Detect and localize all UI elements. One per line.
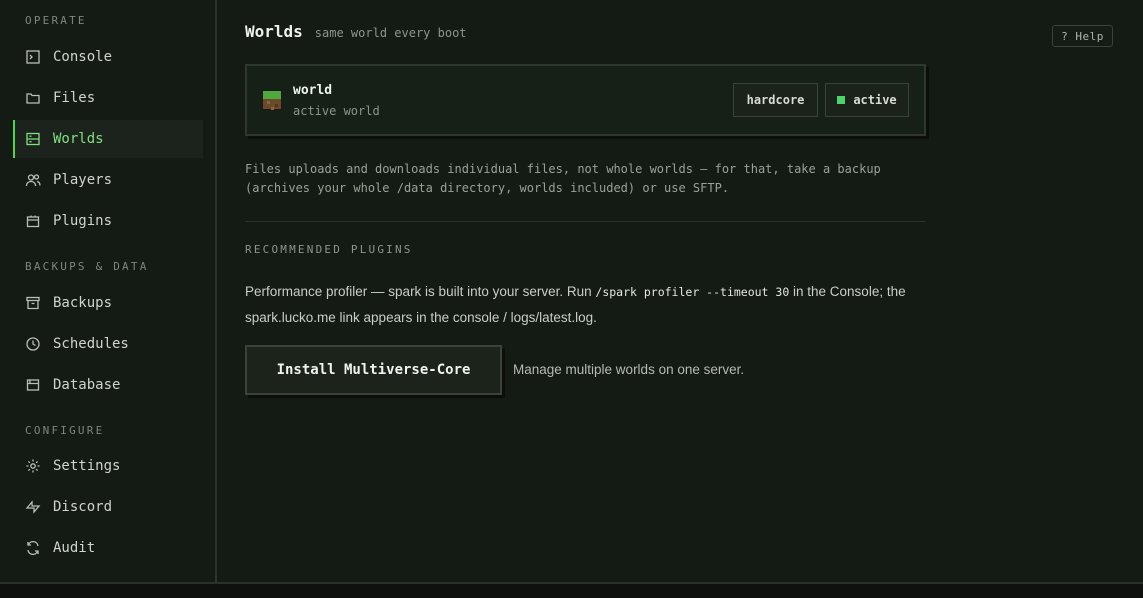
- sidebar-item-label: Database: [53, 377, 121, 393]
- sidebar-item-worlds[interactable]: Worlds: [13, 120, 203, 158]
- state-badge: active: [825, 83, 909, 117]
- sidebar: OPERATE Console Files Worlds Players Plu…: [0, 0, 217, 582]
- gear-icon: [25, 458, 41, 474]
- files-note: Files uploads and downloads individual f…: [245, 162, 881, 195]
- world-card[interactable]: world active world hardcore active: [245, 64, 926, 136]
- section-title-configure: CONFIGURE: [25, 424, 105, 437]
- sidebar-item-settings[interactable]: Settings: [13, 447, 203, 485]
- recommended-plugins-title: RECOMMENDED PLUGINS: [245, 243, 413, 256]
- divider: [245, 221, 925, 222]
- mode-badge-label: hardcore: [746, 93, 805, 107]
- sidebar-item-schedules[interactable]: Schedules: [13, 325, 203, 363]
- sidebar-item-console[interactable]: Console: [13, 38, 203, 76]
- archive-icon: [25, 295, 41, 311]
- sidebar-item-label: Schedules: [53, 336, 129, 352]
- database-icon: [25, 377, 41, 393]
- audit-icon: [25, 540, 41, 556]
- page-header: Worlds same world every boot: [245, 22, 467, 41]
- sidebar-item-files[interactable]: Files: [13, 79, 203, 117]
- sidebar-item-label: Backups: [53, 295, 113, 311]
- mode-badge: hardcore: [733, 83, 818, 117]
- performance-profiler-text: Performance profiler — spark is built in…: [245, 279, 925, 331]
- sidebar-item-database[interactable]: Database: [13, 366, 203, 404]
- spark-command: /spark profiler --timeout 30: [595, 285, 790, 299]
- page-title: Worlds: [245, 22, 303, 41]
- sidebar-item-players[interactable]: Players: [13, 161, 203, 199]
- folder-icon: [25, 90, 41, 106]
- section-title-operate: OPERATE: [25, 14, 87, 27]
- sidebar-item-label: Audit: [53, 540, 96, 556]
- sidebar-item-audit[interactable]: Audit: [13, 529, 203, 567]
- sidebar-item-plugins[interactable]: Plugins: [13, 202, 203, 240]
- users-icon: [25, 172, 41, 188]
- perf-text-prefix: Performance profiler — spark is built in…: [245, 284, 596, 299]
- sidebar-item-label: Worlds: [53, 131, 104, 147]
- discord-icon: [25, 499, 41, 515]
- world-name: world: [293, 83, 333, 98]
- state-badge-label: active: [853, 93, 897, 107]
- clock-icon: [25, 336, 41, 352]
- plugin-icon: [25, 213, 41, 229]
- sidebar-item-label: Plugins: [53, 213, 113, 229]
- sidebar-item-label: Discord: [53, 499, 113, 515]
- sidebar-item-backups[interactable]: Backups: [13, 284, 203, 322]
- status-dot-icon: [837, 96, 846, 104]
- page-subtitle: same world every boot: [314, 26, 467, 40]
- install-multiverse-core-button[interactable]: Install Multiverse-Core: [245, 345, 502, 395]
- sidebar-item-label: Console: [53, 49, 113, 65]
- sidebar-item-label: Players: [53, 172, 113, 188]
- sidebar-item-label: Files: [53, 90, 96, 106]
- main-content: Worlds same world every boot ? Help worl…: [217, 0, 1143, 582]
- world-status-text: active world: [293, 104, 380, 118]
- install-description: Manage multiple worlds on one server.: [513, 362, 745, 377]
- server-icon: [25, 131, 41, 147]
- section-title-backups-data: BACKUPS & DATA: [25, 260, 149, 273]
- grass-block-icon: [262, 90, 282, 110]
- console-icon: [25, 49, 41, 65]
- help-button[interactable]: ? Help: [1052, 25, 1113, 47]
- bottom-strip: [0, 582, 1143, 598]
- sidebar-item-label: Settings: [53, 458, 121, 474]
- app-window: OPERATE Console Files Worlds Players Plu…: [0, 0, 1143, 582]
- sidebar-item-discord[interactable]: Discord: [13, 488, 203, 526]
